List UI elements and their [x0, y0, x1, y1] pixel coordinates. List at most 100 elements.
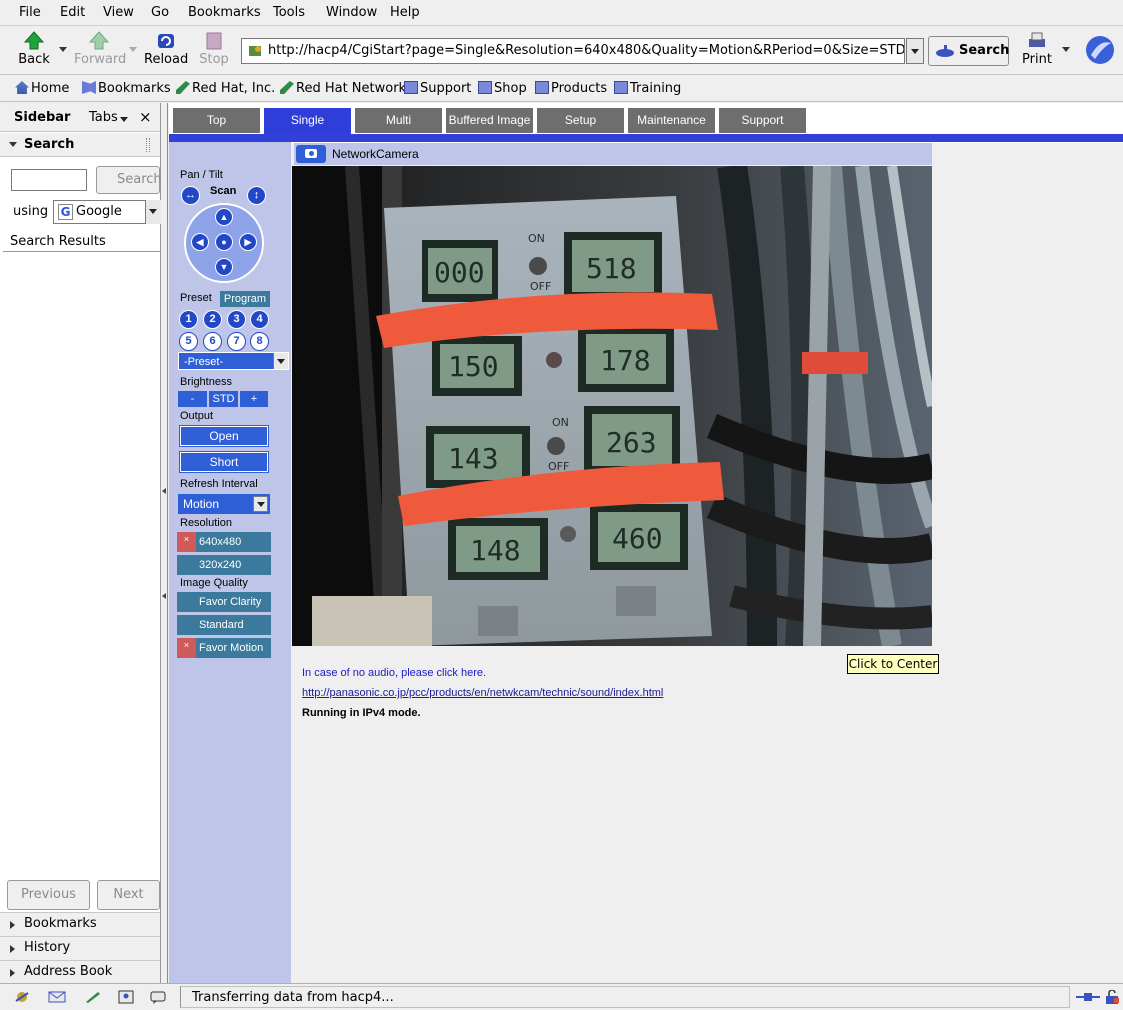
security-lock-icon[interactable]: [1103, 990, 1121, 1004]
pan-tilt-pad: ▲ ◀ ● ▶ ▼: [184, 203, 264, 283]
pan-scan-button[interactable]: ↔: [181, 186, 200, 205]
preset-4-button[interactable]: 4: [250, 310, 269, 329]
irc-chat-icon[interactable]: [150, 990, 168, 1004]
switch-on-label: ON: [552, 416, 569, 429]
forward-history-dropdown-icon[interactable]: [129, 47, 137, 52]
search-engine-select[interactable]: G Google: [53, 200, 161, 224]
url-history-dropdown[interactable]: [906, 38, 924, 64]
no-audio-note[interactable]: In case of no audio, please click here.: [302, 667, 486, 679]
pan-right-button[interactable]: ▶: [239, 233, 257, 251]
bookmark-bookmarks[interactable]: Bookmarks: [82, 81, 171, 96]
preset-5-button[interactable]: 5: [179, 332, 198, 351]
select-dropdown-button[interactable]: [253, 496, 268, 512]
tab-top[interactable]: Top: [173, 108, 260, 133]
meter-d-right-reading: 460: [612, 522, 663, 555]
quality-standard-button[interactable]: Standard: [177, 615, 271, 635]
url-input[interactable]: http://hacp4/CgiStart?page=Single&Resolu…: [241, 38, 905, 64]
tab-support[interactable]: Support: [719, 108, 806, 133]
navigator-icon[interactable]: [13, 990, 31, 1004]
preset-8-button[interactable]: 8: [250, 332, 269, 351]
print-button[interactable]: Print: [1020, 28, 1054, 67]
bookmark-products[interactable]: Products: [535, 81, 607, 96]
sidebar-panel-history[interactable]: History: [0, 936, 160, 960]
print-label: Print: [1022, 52, 1052, 67]
preset-7-button[interactable]: 7: [227, 332, 246, 351]
menu-help[interactable]: Help: [390, 5, 420, 20]
brightness-up-button[interactable]: +: [240, 391, 268, 407]
refresh-interval-select[interactable]: Motion: [178, 494, 270, 514]
menu-tools[interactable]: Tools: [273, 5, 305, 20]
tab-buffered-image[interactable]: Buffered Image: [446, 108, 533, 133]
bookmark-training[interactable]: Training: [614, 81, 681, 96]
quality-favor-motion-button[interactable]: × Favor Motion: [177, 638, 271, 658]
select-dropdown-button[interactable]: [145, 200, 161, 224]
tab-multi[interactable]: Multi: [355, 108, 442, 133]
preset-1-button[interactable]: 1: [179, 310, 198, 329]
preset-2-button[interactable]: 2: [203, 310, 222, 329]
brightness-down-button[interactable]: -: [178, 391, 207, 407]
throbber-icon[interactable]: [1085, 35, 1115, 65]
previous-button[interactable]: Previous: [7, 880, 90, 910]
brightness-standard-button[interactable]: STD: [209, 391, 238, 407]
menu-bookmarks[interactable]: Bookmarks: [188, 5, 261, 20]
resolution-320x240-button[interactable]: 320x240: [177, 555, 271, 575]
printer-icon: [1029, 32, 1045, 47]
tab-maintenance[interactable]: Maintenance: [628, 108, 715, 133]
sidebar-close-icon[interactable]: ×: [139, 108, 152, 126]
bookmark-home[interactable]: Home: [15, 81, 69, 96]
menu-file[interactable]: File: [19, 5, 41, 20]
print-options-dropdown-icon[interactable]: [1062, 47, 1070, 52]
bookmark-support[interactable]: Support: [404, 81, 471, 96]
menu-edit[interactable]: Edit: [60, 5, 85, 20]
menu-window[interactable]: Window: [326, 5, 377, 20]
tab-single[interactable]: Single: [264, 108, 351, 135]
forward-button[interactable]: Forward: [74, 28, 126, 67]
sidebar-splitter[interactable]: [161, 103, 168, 983]
bookmark-red-hat-network[interactable]: Red Hat Network: [280, 81, 406, 96]
home-position-button[interactable]: ●: [215, 233, 233, 251]
sidebar-search-panel-header[interactable]: Search: [0, 133, 160, 157]
bookmark-red-hat-inc[interactable]: Red Hat, Inc.: [176, 81, 275, 96]
camera-live-image[interactable]: 000 518 150 178 143 263 148 460 ON OFF O…: [292, 166, 932, 646]
collapsed-triangle-icon: [10, 921, 15, 929]
menu-view[interactable]: View: [103, 5, 134, 20]
preset-label: Preset: [180, 292, 212, 304]
pan-left-button[interactable]: ◀: [191, 233, 209, 251]
tab-setup[interactable]: Setup: [537, 108, 624, 133]
sidebar-search-button[interactable]: Search: [96, 166, 162, 194]
output-open-button[interactable]: Open: [179, 425, 269, 447]
preset-3-button[interactable]: 3: [227, 310, 246, 329]
bookmark-shop[interactable]: Shop: [478, 81, 527, 96]
search-button[interactable]: Search: [928, 36, 1009, 66]
program-button[interactable]: Program: [220, 291, 270, 307]
preset-select[interactable]: -Preset-: [178, 352, 289, 370]
back-history-dropdown-icon[interactable]: [59, 47, 67, 52]
reload-button[interactable]: Reload: [144, 28, 188, 67]
output-short-button[interactable]: Short: [179, 451, 269, 473]
menu-go[interactable]: Go: [151, 5, 169, 20]
sidebar-panel-address-book[interactable]: Address Book: [0, 960, 160, 984]
online-status-icon[interactable]: [1075, 990, 1101, 1004]
next-button[interactable]: Next: [97, 880, 160, 910]
composer-icon[interactable]: [84, 990, 102, 1004]
stop-button[interactable]: Stop: [196, 28, 232, 67]
meter-a-left-reading: 000: [434, 256, 485, 289]
preset-6-button[interactable]: 6: [203, 332, 222, 351]
back-button[interactable]: Back: [16, 28, 52, 67]
tilt-scan-button[interactable]: ↕: [247, 186, 266, 205]
sidebar-tabs-menu[interactable]: Tabs: [89, 110, 118, 125]
resolution-640x480-button[interactable]: × 640x480: [177, 532, 271, 552]
tilt-up-button[interactable]: ▲: [215, 208, 233, 226]
select-dropdown-button[interactable]: [273, 353, 288, 369]
sidebar-search-input[interactable]: [11, 169, 87, 191]
chevron-down-icon: [257, 502, 265, 507]
quality-favor-clarity-button[interactable]: Favor Clarity: [177, 592, 271, 612]
sidebar-panel-bookmarks[interactable]: Bookmarks: [0, 912, 160, 936]
tilt-down-button[interactable]: ▼: [215, 258, 233, 276]
mail-icon[interactable]: [48, 990, 66, 1004]
collapsed-triangle-icon: [10, 969, 15, 977]
audio-plugin-link[interactable]: http://panasonic.co.jp/pcc/products/en/n…: [302, 687, 663, 699]
sidebar-title: Sidebar: [14, 110, 71, 125]
address-book-icon[interactable]: [117, 990, 135, 1004]
bookmark-support-label: Support: [420, 81, 472, 96]
